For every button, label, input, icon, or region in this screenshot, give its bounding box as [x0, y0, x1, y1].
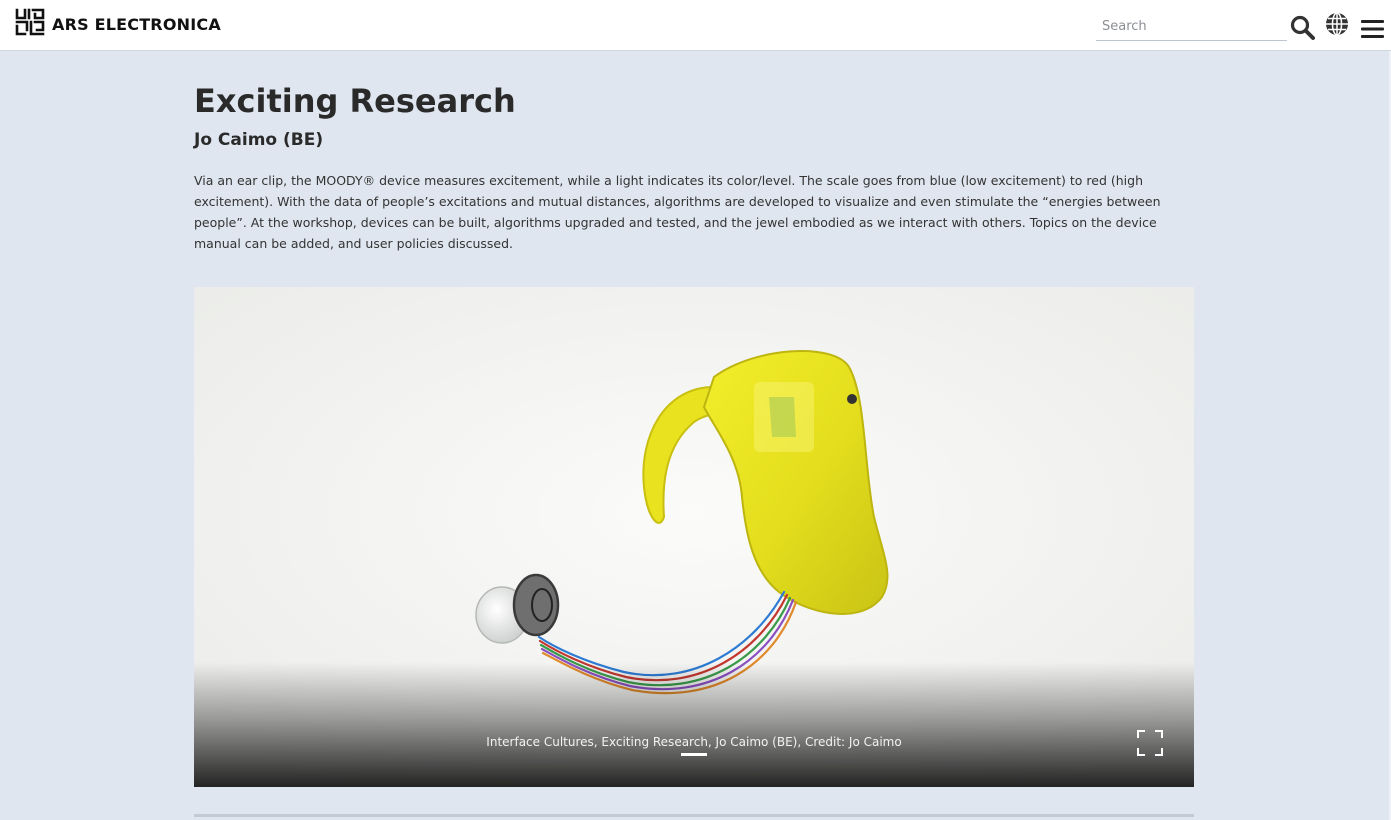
search-box — [1096, 13, 1287, 41]
language-button[interactable] — [1324, 11, 1350, 37]
fullscreen-icon — [1137, 730, 1163, 756]
ars-electronica-logo-icon — [15, 8, 45, 36]
menu-icon — [1361, 20, 1384, 38]
brand-home-link[interactable]: ARS ELECTRONICA — [15, 8, 221, 36]
caption-overlay — [194, 662, 1194, 787]
brand-name: ARS ELECTRONICA — [52, 15, 221, 34]
image-gallery[interactable]: Interface Cultures, Exciting Research, J… — [194, 287, 1194, 787]
search-icon — [1290, 15, 1315, 40]
section-divider — [194, 814, 1194, 817]
search-input[interactable] — [1096, 13, 1287, 40]
image-caption: Interface Cultures, Exciting Research, J… — [486, 735, 902, 749]
menu-button[interactable] — [1361, 19, 1384, 39]
top-navigation-bar: ARS ELECTRONICA — [0, 0, 1391, 51]
artist-name: Jo Caimo (BE) — [194, 130, 324, 150]
slide-indicator[interactable] — [681, 753, 707, 756]
page-title: Exciting Research — [194, 82, 516, 120]
globe-icon — [1326, 12, 1348, 36]
fullscreen-button[interactable] — [1137, 730, 1163, 756]
project-description: Via an ear clip, the MOODY® device measu… — [194, 173, 1161, 251]
search-button[interactable] — [1289, 14, 1316, 41]
